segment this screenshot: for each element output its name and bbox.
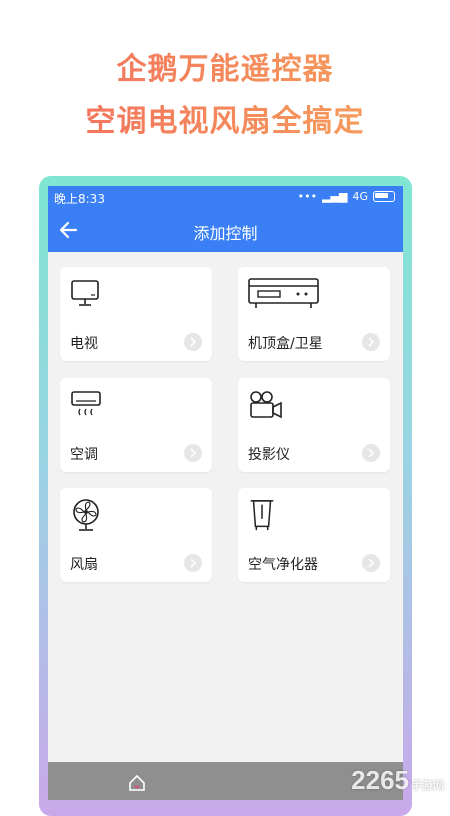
device-label: 风扇 <box>70 557 98 573</box>
device-card-fan[interactable]: 风扇 <box>60 488 212 582</box>
phone-screen: 晚上8:33 ••• ▂▄▆ 4G 添加控制 电视 机顶盒/卫星 空调 投影仪 … <box>48 186 403 800</box>
battery-icon <box>373 191 395 202</box>
bottom-nav <box>48 762 403 800</box>
fan-icon <box>73 499 99 531</box>
status-bar: 晚上8:33 ••• ▂▄▆ 4G <box>48 186 403 208</box>
promo-headline-2: 空调电视风扇全搞定 <box>0 96 450 140</box>
projector-icon <box>250 391 282 419</box>
air-purifier-icon <box>250 500 274 531</box>
watermark-suffix: 手游网 <box>411 780 444 792</box>
network-label: 4G <box>352 190 368 203</box>
watermark-logo: 2265 手游网 <box>351 765 444 796</box>
app-bar: 添加控制 <box>48 208 403 252</box>
device-label: 空气净化器 <box>248 557 318 573</box>
page-title: 添加控制 <box>193 224 258 243</box>
device-card-air-purifier[interactable]: 空气净化器 <box>238 488 390 582</box>
device-card-projector[interactable]: 投影仪 <box>238 378 390 472</box>
device-label: 空调 <box>70 447 98 463</box>
status-time: 晚上8:33 <box>54 192 105 206</box>
device-card-tv[interactable]: 电视 <box>60 267 212 361</box>
device-label: 机顶盒/卫星 <box>248 336 323 352</box>
device-label: 电视 <box>70 336 98 352</box>
chevron-right-icon[interactable] <box>362 333 380 351</box>
tv-icon <box>71 280 99 306</box>
more-dots-icon: ••• <box>297 190 318 203</box>
device-card-settop-box[interactable]: 机顶盒/卫星 <box>238 267 390 361</box>
chevron-right-icon[interactable] <box>184 333 202 351</box>
status-icons: ••• ▂▄▆ 4G <box>298 190 395 203</box>
chevron-right-icon[interactable] <box>362 554 380 572</box>
chevron-right-icon[interactable] <box>184 444 202 462</box>
device-label: 投影仪 <box>248 447 290 463</box>
promo-headline-1: 企鹅万能遥控器 <box>0 44 450 88</box>
home-icon[interactable] <box>128 774 146 792</box>
chevron-right-icon[interactable] <box>362 444 380 462</box>
device-card-air-conditioner[interactable]: 空调 <box>60 378 212 472</box>
signal-icon: ▂▄▆ <box>322 190 348 203</box>
watermark-brand: 2265 <box>351 765 409 795</box>
settop-box-icon <box>248 278 319 308</box>
chevron-right-icon[interactable] <box>184 554 202 572</box>
air-conditioner-icon <box>71 391 101 416</box>
